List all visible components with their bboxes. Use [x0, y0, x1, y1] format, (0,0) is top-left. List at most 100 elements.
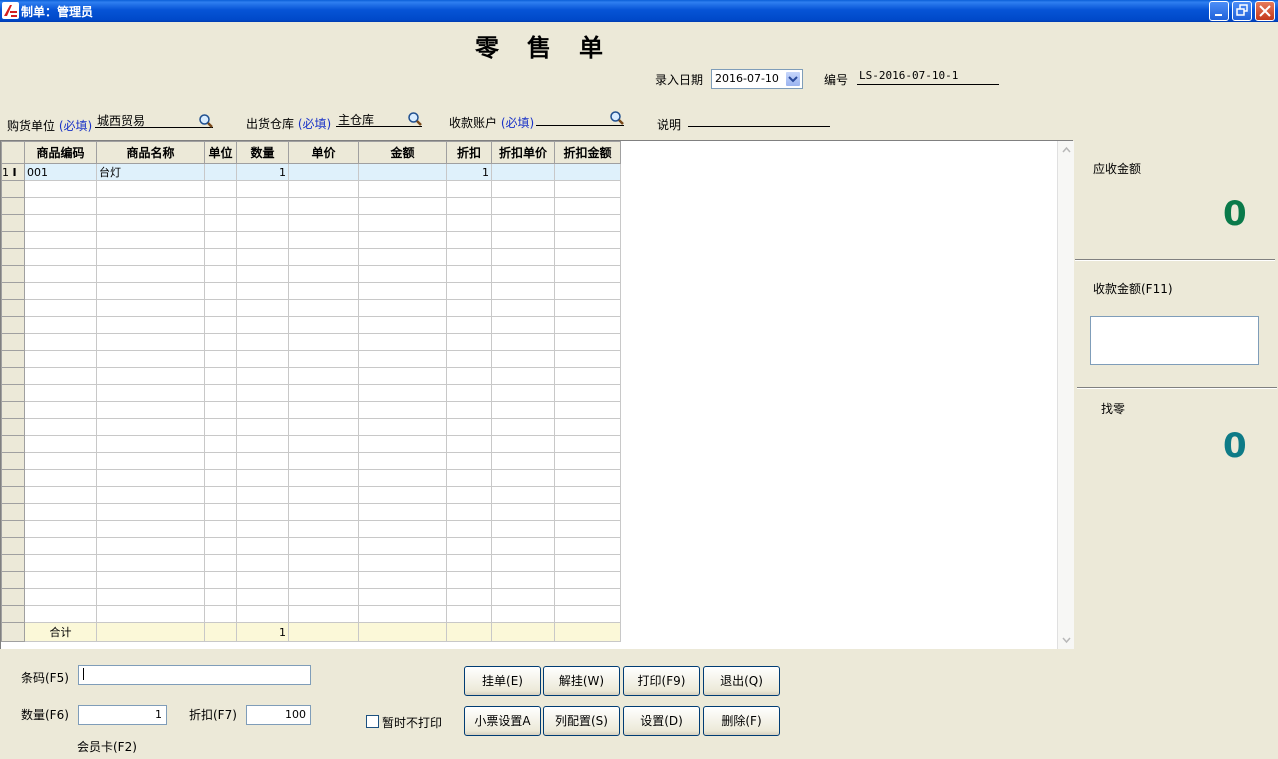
- table-row[interactable]: [1, 486, 621, 504]
- grid-cell[interactable]: [358, 265, 447, 283]
- grid-cell[interactable]: [236, 180, 289, 198]
- grid-cell[interactable]: [554, 299, 621, 317]
- grid-cell[interactable]: [358, 384, 447, 402]
- cell-name[interactable]: 台灯: [96, 163, 205, 181]
- grid-cell[interactable]: [96, 333, 205, 351]
- table-row[interactable]: [1, 418, 621, 436]
- grid-cell[interactable]: [358, 401, 447, 419]
- warehouse-search-icon[interactable]: [407, 111, 423, 127]
- account-search-icon[interactable]: [609, 110, 625, 126]
- col-header[interactable]: 单位: [204, 141, 237, 164]
- grid-cell[interactable]: [554, 571, 621, 589]
- cell-disc-price[interactable]: [491, 163, 555, 181]
- grid-cell[interactable]: [24, 231, 97, 249]
- grid-scrollbar[interactable]: [1057, 141, 1074, 649]
- grid-cell[interactable]: [24, 452, 97, 470]
- grid-cell[interactable]: [204, 299, 237, 317]
- grid-cell[interactable]: [358, 350, 447, 368]
- grid-cell[interactable]: [554, 469, 621, 487]
- grid-cell[interactable]: [204, 350, 237, 368]
- grid-cell[interactable]: [358, 418, 447, 436]
- grid-cell[interactable]: [288, 197, 359, 215]
- table-row[interactable]: [1, 571, 621, 589]
- row-header[interactable]: 1 I: [1, 163, 25, 181]
- row-header[interactable]: [1, 452, 25, 470]
- row-header[interactable]: [1, 435, 25, 453]
- row-header[interactable]: [1, 401, 25, 419]
- grid-cell[interactable]: [96, 367, 205, 385]
- grid-cell[interactable]: [446, 571, 492, 589]
- row-header[interactable]: [1, 248, 25, 266]
- grid-cell[interactable]: [96, 486, 205, 504]
- grid-cell[interactable]: [24, 214, 97, 232]
- row-header[interactable]: [1, 299, 25, 317]
- grid-cell[interactable]: [446, 520, 492, 538]
- grid-cell[interactable]: [554, 435, 621, 453]
- grid-cell[interactable]: [236, 248, 289, 266]
- grid-cell[interactable]: [96, 197, 205, 215]
- grid-cell[interactable]: [554, 452, 621, 470]
- table-row[interactable]: [1, 333, 621, 351]
- grid-cell[interactable]: [204, 418, 237, 436]
- grid-cell[interactable]: [204, 316, 237, 334]
- grid-cell[interactable]: [491, 333, 555, 351]
- grid-cell[interactable]: [446, 333, 492, 351]
- close-button[interactable]: [1255, 1, 1275, 21]
- grid-cell[interactable]: [554, 333, 621, 351]
- grid-cell[interactable]: [554, 350, 621, 368]
- grid-cell[interactable]: [24, 571, 97, 589]
- grid-cell[interactable]: [358, 571, 447, 589]
- grid-cell[interactable]: [446, 469, 492, 487]
- grid-cell[interactable]: [288, 231, 359, 249]
- grid-cell[interactable]: [24, 520, 97, 538]
- row-header[interactable]: [1, 605, 25, 623]
- row-header[interactable]: [1, 520, 25, 538]
- grid-cell[interactable]: [96, 503, 205, 521]
- table-row[interactable]: [1, 520, 621, 538]
- grid-cell[interactable]: [96, 401, 205, 419]
- print-button[interactable]: 打印(F9): [623, 666, 700, 696]
- grid-cell[interactable]: [204, 452, 237, 470]
- grid-cell[interactable]: [236, 418, 289, 436]
- grid-cell[interactable]: [204, 401, 237, 419]
- col-header[interactable]: 商品编码: [24, 141, 97, 164]
- row-header[interactable]: [1, 214, 25, 232]
- table-row[interactable]: [1, 299, 621, 317]
- cell-disc-amount[interactable]: [554, 163, 621, 181]
- table-row[interactable]: [1, 469, 621, 487]
- table-row[interactable]: [1, 367, 621, 385]
- grid-cell[interactable]: [491, 265, 555, 283]
- table-row[interactable]: [1, 384, 621, 402]
- table-row[interactable]: [1, 180, 621, 198]
- buyer-field[interactable]: 城西贸易: [95, 112, 213, 128]
- grid-cell[interactable]: [236, 452, 289, 470]
- table-row[interactable]: [1, 554, 621, 572]
- grid-cell[interactable]: [491, 452, 555, 470]
- no-print-label[interactable]: 暂时不打印: [382, 714, 442, 731]
- scroll-down-icon[interactable]: [1059, 632, 1074, 647]
- grid-cell[interactable]: [358, 452, 447, 470]
- row-header[interactable]: [1, 486, 25, 504]
- grid-cell[interactable]: [24, 588, 97, 606]
- grid-cell[interactable]: [96, 435, 205, 453]
- grid-cell[interactable]: [288, 350, 359, 368]
- grid-cell[interactable]: [96, 605, 205, 623]
- grid-cell[interactable]: [24, 554, 97, 572]
- row-header[interactable]: [1, 282, 25, 300]
- grid-cell[interactable]: [288, 520, 359, 538]
- grid-cell[interactable]: [446, 554, 492, 572]
- grid-cell[interactable]: [204, 469, 237, 487]
- discount-input[interactable]: 100: [246, 705, 311, 725]
- grid-cell[interactable]: [96, 452, 205, 470]
- grid-cell[interactable]: [96, 384, 205, 402]
- note-field[interactable]: [688, 111, 830, 127]
- cell-qty[interactable]: 1: [236, 163, 289, 181]
- grid-cell[interactable]: [446, 605, 492, 623]
- row-header[interactable]: [1, 197, 25, 215]
- grid-cell[interactable]: [96, 418, 205, 436]
- grid-cell[interactable]: [491, 248, 555, 266]
- grid-cell[interactable]: [96, 180, 205, 198]
- table-row[interactable]: [1, 503, 621, 521]
- grid-cell[interactable]: [491, 418, 555, 436]
- grid-cell[interactable]: [288, 418, 359, 436]
